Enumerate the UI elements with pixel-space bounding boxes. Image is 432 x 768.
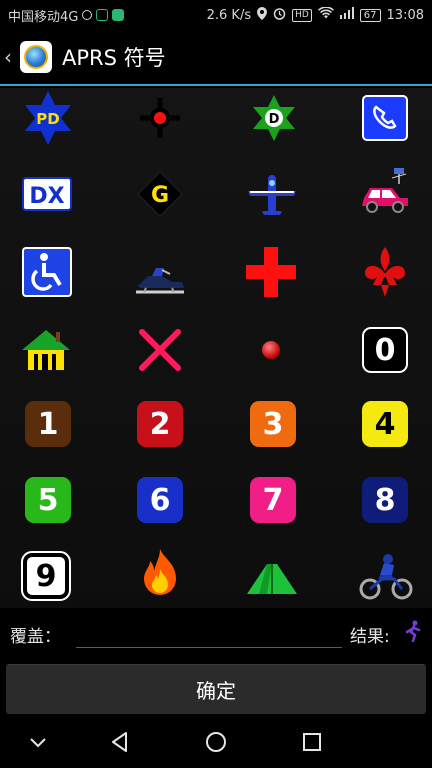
symbol-number-7[interactable]: 7 xyxy=(243,470,303,530)
symbol-number-8[interactable]: 8 xyxy=(355,470,415,530)
green-star-label: D xyxy=(269,112,280,127)
back-triangle-icon[interactable] xyxy=(108,730,132,754)
symbol-house[interactable] xyxy=(16,320,76,380)
symbol-snowmobile[interactable] xyxy=(130,248,190,308)
symbol-pink-x[interactable] xyxy=(130,320,190,380)
result-label: 结果: xyxy=(350,627,390,647)
app-logo-icon[interactable] xyxy=(20,41,52,73)
symbol-number-6[interactable]: 6 xyxy=(130,470,190,530)
number-6-badge: 6 xyxy=(137,477,183,523)
symbol-star-d[interactable]: D xyxy=(244,88,304,148)
symbol-fire[interactable] xyxy=(130,544,190,604)
symbol-airplane[interactable] xyxy=(242,164,302,224)
symbol-number-5[interactable]: 5 xyxy=(18,470,78,530)
wheelchair-icon xyxy=(22,247,72,297)
symbol-car-satellite[interactable] xyxy=(355,160,415,220)
number-1-badge: 1 xyxy=(25,401,71,447)
page-title: APRS 符号 xyxy=(62,46,166,70)
pink-x-icon xyxy=(139,329,181,371)
police-star-label: PD xyxy=(36,110,59,128)
wifi-icon xyxy=(317,6,334,23)
symbol-number-1[interactable]: 1 xyxy=(18,394,78,454)
coverage-input[interactable] xyxy=(76,618,342,648)
symbol-red-dot-crosshair[interactable] xyxy=(130,88,190,148)
home-circle-icon[interactable] xyxy=(204,730,228,754)
hotspot-icon xyxy=(82,10,93,20)
clock-time: 13:08 xyxy=(386,7,424,23)
symbol-red-dot[interactable] xyxy=(241,320,301,380)
snowmobile-icon xyxy=(136,268,184,294)
red-cross-icon xyxy=(246,247,296,297)
collapse-chevron-icon[interactable] xyxy=(26,730,50,754)
signal-icon xyxy=(339,7,354,23)
symbol-fleur[interactable] xyxy=(355,242,415,302)
airplane-icon xyxy=(248,175,296,215)
crosshair-red-dot-icon xyxy=(140,98,180,138)
symbol-number-4[interactable]: 4 xyxy=(355,394,415,454)
confirm-button[interactable]: 确定 xyxy=(6,664,426,714)
number-9-badge: 9 xyxy=(21,551,71,601)
symbol-red-cross[interactable] xyxy=(241,242,301,302)
wechat-icon xyxy=(112,9,125,21)
number-0-badge: 0 xyxy=(362,327,408,373)
carrier-label: 中国移动4G xyxy=(8,9,79,25)
gateway-label: G xyxy=(151,183,169,208)
dx-label: DX xyxy=(29,184,64,209)
hd-badge: HD xyxy=(292,8,312,22)
telephone-icon xyxy=(362,95,408,141)
symbol-number-3[interactable]: 3 xyxy=(243,394,303,454)
police-star-icon: PD xyxy=(25,91,71,145)
battery-icon: 67 xyxy=(359,8,381,22)
gateway-diamond-icon: G xyxy=(137,171,183,217)
symbol-police-star-pd[interactable]: PD xyxy=(18,88,78,148)
number-7-badge: 7 xyxy=(250,477,296,523)
tent-icon xyxy=(247,564,297,594)
navigation-bar xyxy=(0,716,432,768)
symbol-dx[interactable]: DX xyxy=(17,164,77,224)
symbol-wheelchair[interactable] xyxy=(17,242,77,302)
back-chevron-icon[interactable]: ‹ xyxy=(4,45,18,69)
network-speed: 2.6 K/s xyxy=(206,7,252,23)
recents-square-icon[interactable] xyxy=(300,730,324,754)
result-runner-icon xyxy=(404,620,422,646)
fleur-de-lis-icon xyxy=(365,247,405,297)
small-red-dot-icon xyxy=(262,341,280,359)
symbol-grid: PD D DX G 0 1 2 3 4 5 6 7 8 9 xyxy=(0,88,432,608)
coverage-label: 覆盖： xyxy=(10,627,61,647)
green-star-icon: D xyxy=(253,95,295,141)
lock-icon xyxy=(96,9,109,21)
symbol-gateway[interactable]: G xyxy=(130,164,190,224)
alarm-icon xyxy=(273,7,286,24)
symbol-number-2[interactable]: 2 xyxy=(130,394,190,454)
symbol-motorcycle[interactable] xyxy=(356,546,416,606)
motorcycle-icon xyxy=(359,554,413,600)
number-5-badge: 5 xyxy=(25,477,71,523)
number-4-badge: 4 xyxy=(362,401,408,447)
status-bar: 中国移动4G 2.6 K/s HD 67 13:08 xyxy=(0,0,432,30)
house-icon xyxy=(22,330,70,370)
car-satellite-icon xyxy=(362,168,408,213)
symbol-number-0[interactable]: 0 xyxy=(355,320,415,380)
dx-icon: DX xyxy=(22,177,72,211)
symbol-tent[interactable] xyxy=(242,548,302,608)
number-3-badge: 3 xyxy=(250,401,296,447)
location-icon xyxy=(257,6,268,24)
action-bar: ‹ APRS 符号 xyxy=(0,30,432,86)
symbol-telephone[interactable] xyxy=(355,88,415,148)
fire-icon xyxy=(144,549,176,595)
number-8-badge: 8 xyxy=(362,477,408,523)
number-2-badge: 2 xyxy=(137,401,183,447)
symbol-number-9[interactable]: 9 xyxy=(16,546,76,606)
